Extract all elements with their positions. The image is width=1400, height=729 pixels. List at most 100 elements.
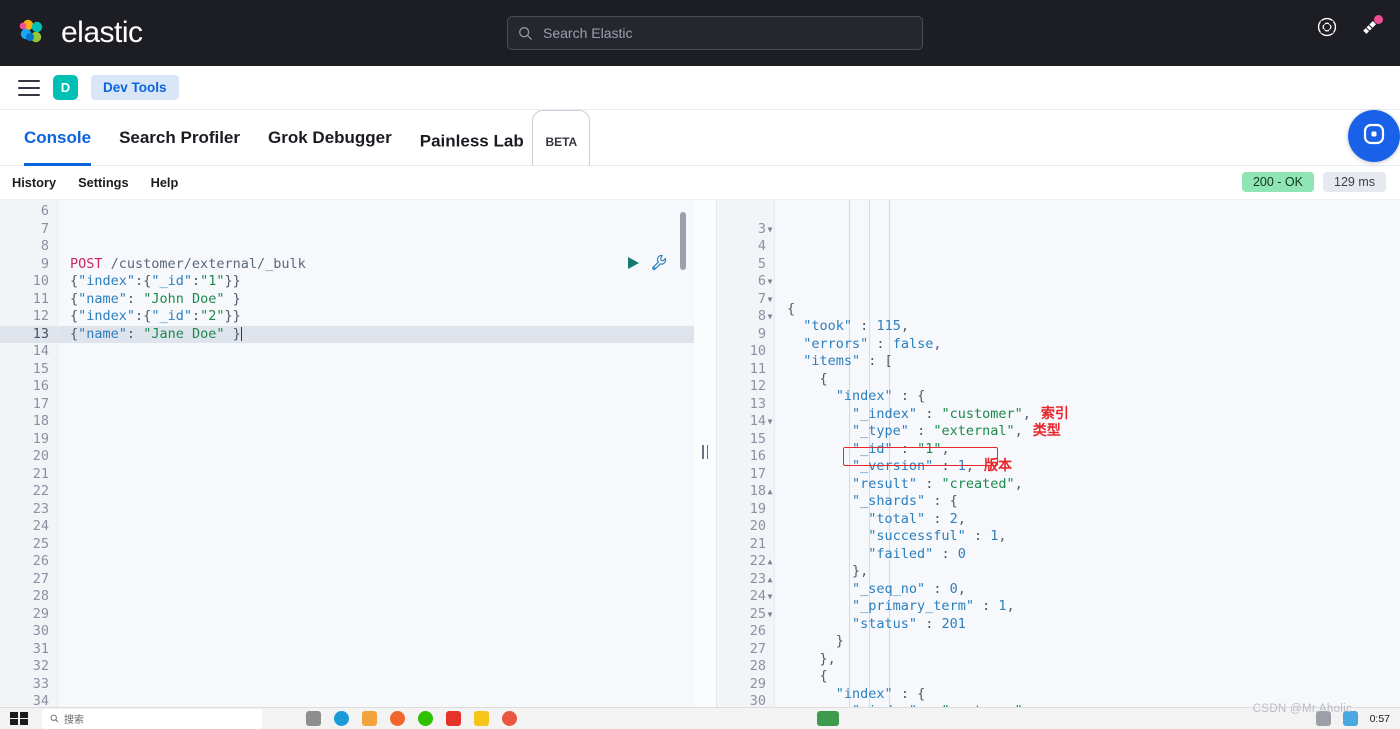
tab-grok-debugger[interactable]: Grok Debugger [254, 110, 406, 166]
request-code[interactable]: POST /customer/external/_bulk {"index":{"… [58, 200, 694, 707]
code-line[interactable] [58, 606, 694, 624]
code-line[interactable]: "index" : { [775, 388, 1400, 406]
tab-search-profiler[interactable]: Search Profiler [105, 110, 254, 166]
play-icon[interactable] [625, 255, 641, 271]
lifebuoy-icon[interactable] [1316, 16, 1338, 38]
global-search[interactable] [507, 16, 923, 50]
code-line[interactable]: "_version" : 1, 版本 [775, 458, 1400, 476]
code-line[interactable] [58, 413, 694, 431]
code-line[interactable]: POST /customer/external/_bulk [58, 256, 694, 274]
tray-network-icon[interactable] [1342, 711, 1358, 726]
code-line[interactable]: "_primary_term" : 1, [775, 598, 1400, 616]
code-line[interactable] [58, 431, 694, 449]
code-line[interactable] [58, 623, 694, 641]
fold-up-icon[interactable]: ▲ [765, 553, 775, 571]
request-editor[interactable]: 6 7 8 9 10 11 12 13 14 15 16 17 18 19 20 21 22 23 24 25 26 27… [0, 200, 694, 709]
tab-painless-lab[interactable]: Painless Lab BETA [406, 109, 604, 174]
elastic-brand[interactable]: elastic [16, 16, 143, 50]
fold-down-icon[interactable]: ▼ [765, 606, 775, 624]
code-line[interactable] [58, 448, 694, 466]
code-line[interactable]: "_index" : "customer", 索引 [775, 406, 1400, 424]
app-icon[interactable] [502, 711, 517, 726]
code-line[interactable] [58, 466, 694, 484]
code-line[interactable] [58, 536, 694, 554]
code-line[interactable]: "total" : 2, [775, 511, 1400, 529]
code-line[interactable]: "_id" : "1", [775, 441, 1400, 459]
battery-icon[interactable] [817, 711, 839, 726]
code-line[interactable] [58, 641, 694, 659]
code-line[interactable]: "_seq_no" : 0, [775, 581, 1400, 599]
code-line[interactable] [58, 588, 694, 606]
code-line[interactable]: "_type" : "external", 类型 [775, 423, 1400, 441]
wechat-icon[interactable] [418, 711, 433, 726]
taskview-icon[interactable] [306, 711, 321, 726]
firefox-icon[interactable] [390, 711, 405, 726]
code-line[interactable] [58, 518, 694, 536]
code-line[interactable] [58, 221, 694, 239]
code-line[interactable] [58, 571, 694, 589]
tab-console[interactable]: Console [10, 110, 105, 166]
code-line[interactable] [58, 676, 694, 694]
breadcrumb-dev-tools[interactable]: Dev Tools [91, 75, 179, 100]
code-line[interactable] [58, 361, 694, 379]
code-line[interactable]: "successful" : 1, [775, 528, 1400, 546]
code-line[interactable]: "errors" : false, [775, 336, 1400, 354]
code-line[interactable] [58, 378, 694, 396]
pane-divider[interactable] [694, 200, 716, 707]
code-line[interactable]: { [775, 301, 1400, 319]
code-line[interactable]: {"index":{"_id":"2"}} [58, 308, 694, 326]
edge-icon[interactable] [334, 711, 349, 726]
submenu-help[interactable]: Help [151, 175, 179, 190]
megaphone-icon[interactable] [1360, 15, 1383, 38]
code-line[interactable] [775, 283, 1400, 301]
code-line[interactable]: "_shards" : { [775, 493, 1400, 511]
code-line[interactable]: "failed" : 0 [775, 546, 1400, 564]
fold-down-icon[interactable]: ▼ [765, 273, 775, 291]
taskbar-search[interactable]: 搜索 [42, 708, 262, 729]
request-scrollbar[interactable] [680, 212, 686, 270]
code-line[interactable] [58, 501, 694, 519]
code-line[interactable]: } [775, 633, 1400, 651]
code-line[interactable]: {"index":{"_id":"1"}} [58, 273, 694, 291]
code-line[interactable]: "index" : { [775, 686, 1400, 704]
support-chat-button[interactable] [1348, 110, 1400, 162]
response-editor[interactable]: 3 ▼ 4 5 6 ▼ 7 ▼ 8 ▼ 9 10 11 12 13 14 ▼ 15 16 17 18 ▲ 19 20 21 22 ▲… [716, 200, 1400, 727]
code-line[interactable] [58, 658, 694, 676]
code-line[interactable]: {"name": "Jane Doe" } [58, 325, 694, 343]
code-line[interactable] [58, 693, 694, 707]
wps-icon[interactable] [446, 711, 461, 726]
notes-icon[interactable] [474, 711, 489, 726]
code-line[interactable]: }, [775, 563, 1400, 581]
explorer-icon[interactable] [362, 711, 377, 726]
menu-icon[interactable] [18, 79, 40, 96]
fold-up-icon[interactable]: ▲ [765, 571, 775, 589]
pane-resize-handle[interactable] [702, 445, 708, 459]
code-line[interactable]: }, [775, 651, 1400, 669]
response-code[interactable]: { "took" : 115, "errors" : false, "items… [775, 200, 1400, 707]
fold-down-icon[interactable]: ▼ [765, 588, 775, 606]
wrench-icon[interactable] [651, 254, 668, 271]
code-line[interactable]: "status" : 201 [775, 616, 1400, 634]
submenu-settings[interactable]: Settings [78, 175, 128, 190]
fold-down-icon[interactable]: ▼ [765, 413, 775, 431]
fold-down-icon[interactable]: ▼ [765, 221, 775, 239]
code-line[interactable]: "result" : "created", [775, 476, 1400, 494]
code-line[interactable]: { [775, 371, 1400, 389]
code-line[interactable] [58, 343, 694, 361]
windows-start-icon[interactable] [10, 711, 30, 726]
space-avatar[interactable]: D [53, 75, 78, 100]
code-line[interactable]: { [775, 668, 1400, 686]
fold-down-icon[interactable]: ▼ [765, 308, 775, 326]
code-line[interactable] [58, 396, 694, 414]
fold-down-icon[interactable]: ▼ [765, 291, 775, 309]
code-line[interactable]: {"name": "John Doe" } [58, 291, 694, 309]
search-input[interactable] [543, 25, 893, 41]
code-line[interactable] [58, 553, 694, 571]
code-line[interactable] [58, 203, 694, 221]
tray-window-icon[interactable] [1315, 711, 1331, 726]
code-line[interactable]: "items" : [ [775, 353, 1400, 371]
code-line[interactable]: "took" : 115, [775, 318, 1400, 336]
code-line[interactable] [58, 483, 694, 501]
submenu-history[interactable]: History [12, 175, 56, 190]
taskbar-clock[interactable]: 0:57 [1370, 713, 1390, 725]
